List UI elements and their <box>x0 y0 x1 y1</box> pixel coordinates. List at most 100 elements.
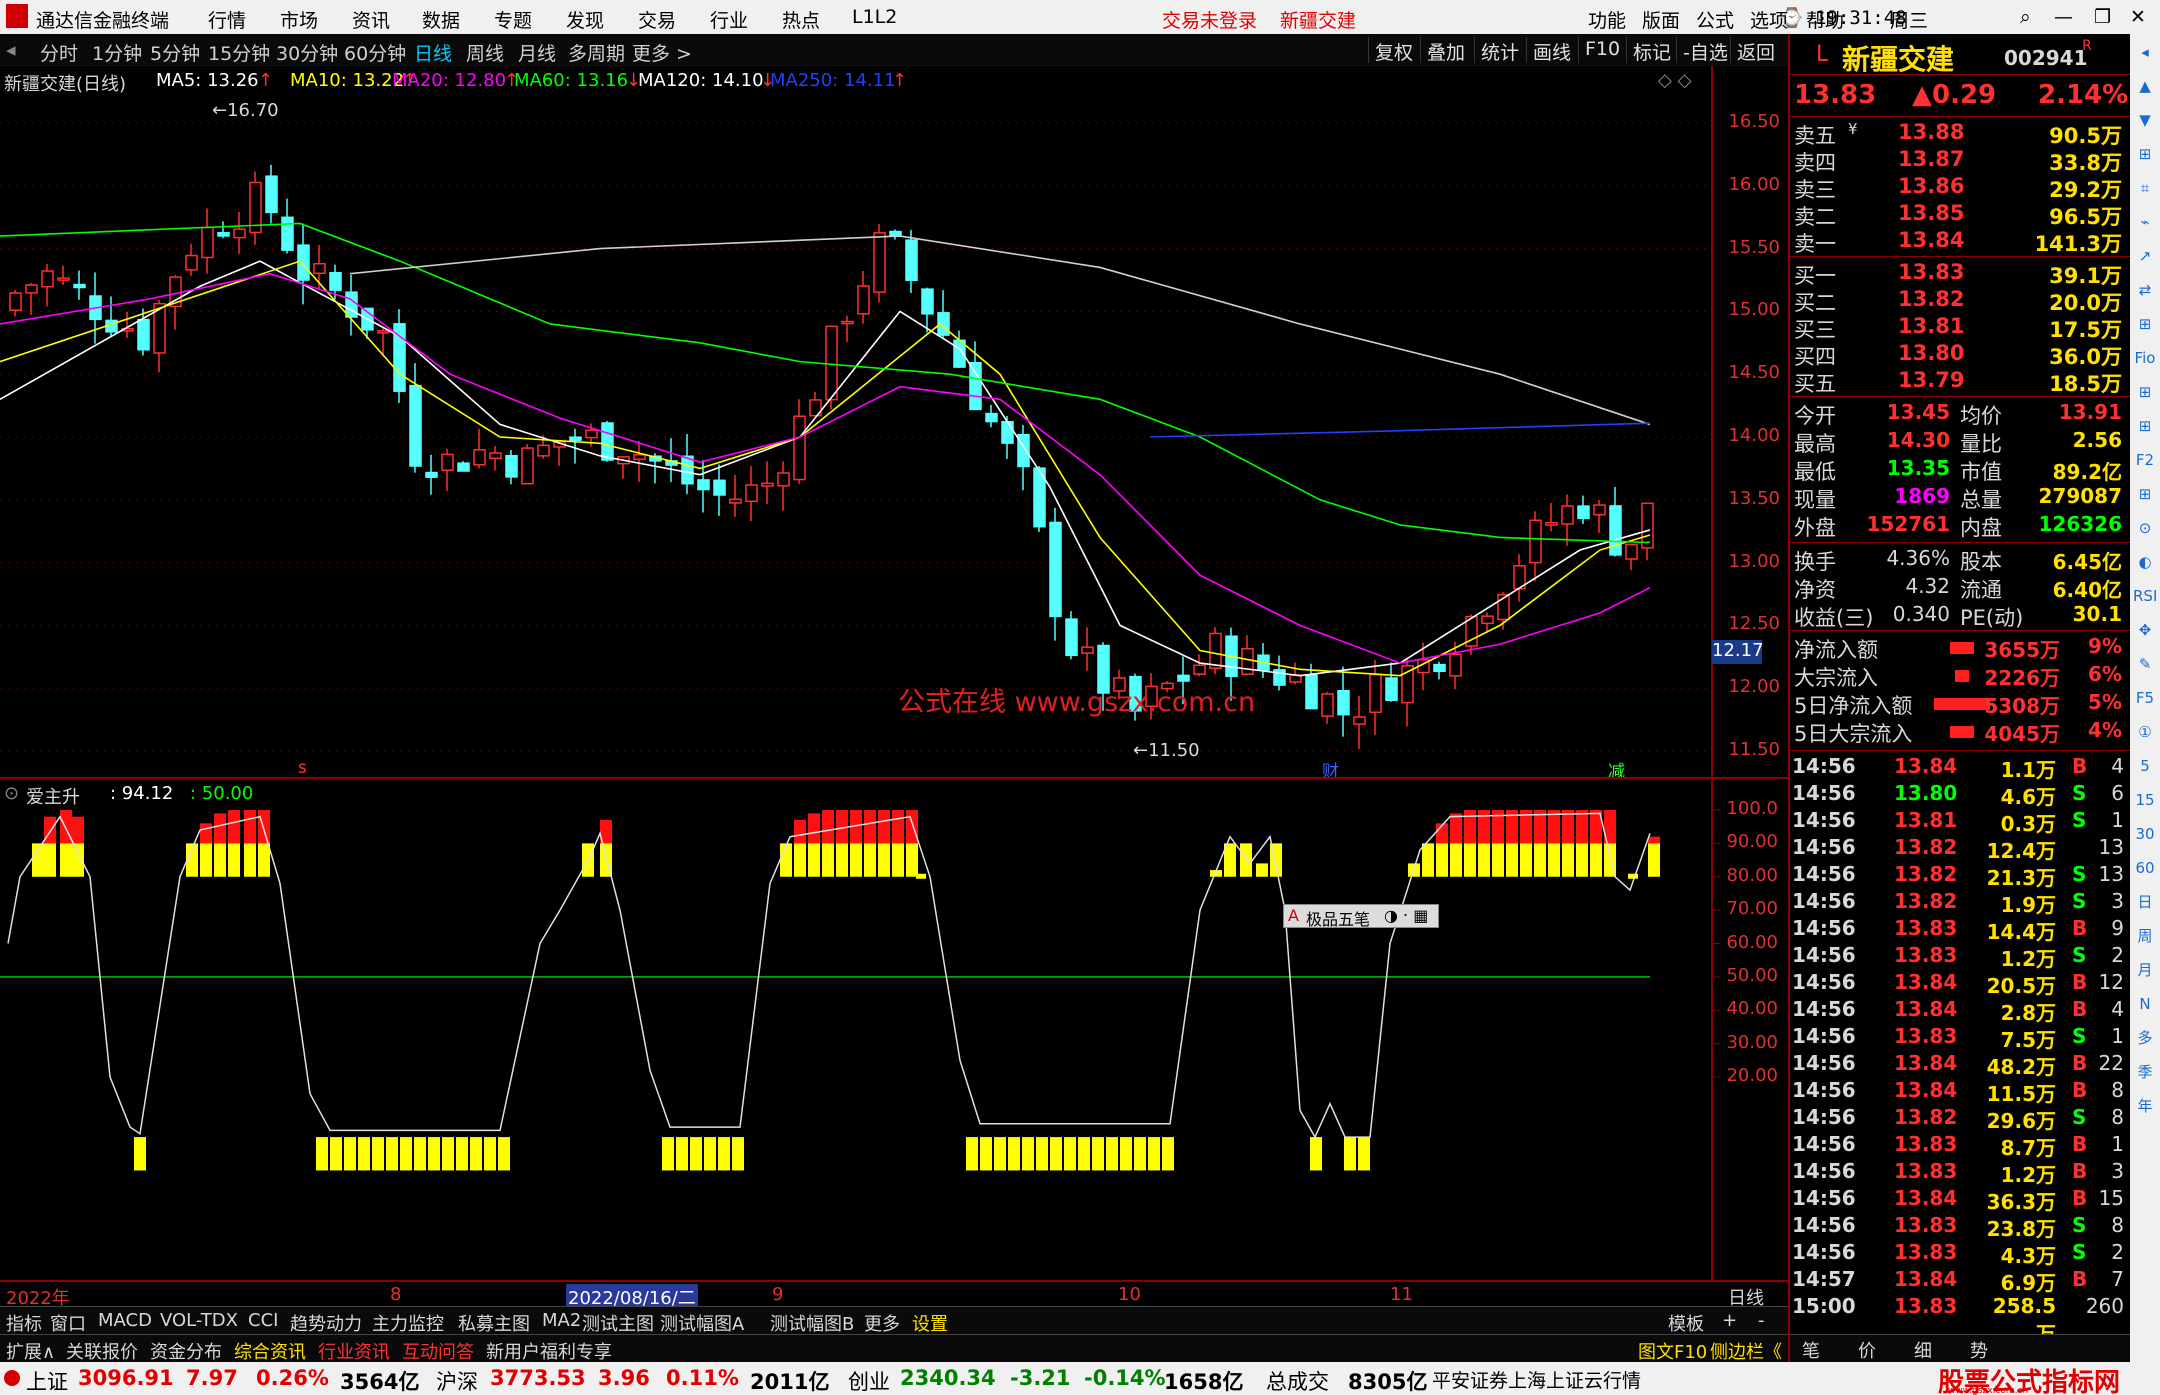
right-menu-4[interactable]: 帮助 <box>1806 6 1844 33</box>
side-icon-30[interactable]: 季 <box>2133 1060 2157 1084</box>
flow-label[interactable]: 净流入额 <box>1794 634 1878 664</box>
side-icon-6[interactable]: ↗ <box>2133 244 2157 268</box>
indicator-tab-2[interactable]: MACD <box>98 1310 152 1331</box>
close-icon[interactable]: ✕ <box>2130 6 2146 28</box>
toolbar-5[interactable]: 标记 <box>1626 37 1677 64</box>
info-tab-3[interactable]: 综合资讯 <box>234 1338 306 1364</box>
side-icon-24[interactable]: 60 <box>2133 856 2157 880</box>
toolbar-7[interactable]: 返回 <box>1730 37 1781 64</box>
menu-1[interactable]: 市场 <box>280 6 318 33</box>
info-tab-6[interactable]: 新用户福利专享 <box>486 1338 612 1364</box>
menu-4[interactable]: 专题 <box>494 6 532 33</box>
period-8[interactable]: 月线 <box>518 39 556 66</box>
indicator-tab-8[interactable]: MA2 <box>542 1310 581 1331</box>
period-4[interactable]: 30分钟 <box>276 39 338 66</box>
indicator-tab-4[interactable]: CCI <box>248 1310 278 1331</box>
menu-6[interactable]: 交易 <box>638 6 676 33</box>
side-icon-22[interactable]: 15 <box>2133 788 2157 812</box>
side-icon-20[interactable]: ① <box>2133 720 2157 744</box>
quote-tab-2[interactable]: 细 <box>1914 1337 1932 1363</box>
kline-chart[interactable] <box>0 66 1788 777</box>
menu-7[interactable]: 行业 <box>710 6 748 33</box>
info-tab-4[interactable]: 行业资讯 <box>318 1338 390 1364</box>
ime-options-icon[interactable]: ◑ ‧ ▦ <box>1384 906 1428 925</box>
tabs1-right-2[interactable]: - <box>1758 1310 1765 1331</box>
flow-label[interactable]: 5日净流入额 <box>1794 690 1912 720</box>
tabs1-right-1[interactable]: + <box>1722 1310 1737 1331</box>
hs-label[interactable]: 沪深 <box>436 1366 478 1395</box>
indicator-tab-11[interactable]: 测试幅图B <box>770 1310 854 1336</box>
right-menu-3[interactable]: 选项 <box>1750 6 1788 33</box>
side-icon-25[interactable]: 日 <box>2133 890 2157 914</box>
indicator-tab-0[interactable]: 指标 <box>6 1310 42 1336</box>
flow-label[interactable]: 5日大宗流入 <box>1794 718 1912 748</box>
quote-tab-1[interactable]: 价 <box>1858 1337 1876 1363</box>
toolbar-1[interactable]: 叠加 <box>1420 37 1471 64</box>
side-icon-5[interactable]: ⌁ <box>2133 210 2157 234</box>
toolbar-4[interactable]: F10 <box>1578 37 1626 63</box>
info-tab-5[interactable]: 互动问答 <box>402 1338 474 1364</box>
side-icon-12[interactable]: F2 <box>2133 448 2157 472</box>
tabs1-right-0[interactable]: 模板 <box>1668 1310 1704 1336</box>
right-menu-0[interactable]: 功能 <box>1588 6 1626 33</box>
indicator-tab-3[interactable]: VOL-TDX <box>160 1310 238 1331</box>
side-icon-13[interactable]: ⊞ <box>2133 482 2157 506</box>
indicator-tab-9[interactable]: 测试主图 <box>582 1310 654 1336</box>
side-icon-26[interactable]: 周 <box>2133 924 2157 948</box>
indicator-tab-5[interactable]: 趋势动力 <box>290 1310 362 1336</box>
side-icon-17[interactable]: ✥ <box>2133 618 2157 642</box>
period-6[interactable]: 日线 <box>414 39 452 66</box>
side-icon-27[interactable]: 月 <box>2133 958 2157 982</box>
toolbar-2[interactable]: 统计 <box>1474 37 1525 64</box>
side-icon-7[interactable]: ⇄ <box>2133 278 2157 302</box>
side-icon-16[interactable]: RSI <box>2133 584 2157 608</box>
indicator-tab-10[interactable]: 测试幅图A <box>660 1310 744 1336</box>
search-icon[interactable]: ⌕ <box>2020 6 2031 28</box>
period-9[interactable]: 多周期 <box>568 39 625 66</box>
period-5[interactable]: 60分钟 <box>344 39 406 66</box>
menu-2[interactable]: 资讯 <box>352 6 390 33</box>
period-2[interactable]: 5分钟 <box>150 39 200 66</box>
period-0[interactable]: 分时 <box>40 39 78 66</box>
side-icon-4[interactable]: ⌗ <box>2133 176 2157 200</box>
indicator-tab-13[interactable]: 设置 <box>912 1310 948 1336</box>
sidebar-toggle[interactable]: 侧边栏《 <box>1710 1338 1782 1364</box>
side-icon-31[interactable]: 年 <box>2133 1094 2157 1118</box>
side-icon-1[interactable]: ▲ <box>2133 74 2157 98</box>
side-icon-0[interactable]: ◂ <box>2133 40 2157 64</box>
side-icon-14[interactable]: ⊙ <box>2133 516 2157 540</box>
ime-popup[interactable]: A 极品五笔 ◑ ‧ ▦ <box>1283 904 1439 929</box>
menu-8[interactable]: 热点 <box>782 6 820 33</box>
minimize-icon[interactable]: — <box>2054 6 2073 28</box>
side-icon-8[interactable]: ⊞ <box>2133 312 2157 336</box>
side-icon-11[interactable]: ⊞ <box>2133 414 2157 438</box>
right-menu-1[interactable]: 版面 <box>1642 6 1680 33</box>
toolbar-6[interactable]: -自选 <box>1676 37 1734 64</box>
period-3[interactable]: 15分钟 <box>208 39 270 66</box>
toolbar-3[interactable]: 画线 <box>1526 37 1577 64</box>
side-icon-10[interactable]: ⊞ <box>2133 380 2157 404</box>
period-1[interactable]: 1分钟 <box>92 39 142 66</box>
indicator-tab-7[interactable]: 私募主图 <box>458 1310 530 1336</box>
event-marker-s[interactable]: s <box>298 758 307 778</box>
toolbar-0[interactable]: 复权 <box>1368 37 1419 64</box>
side-icon-21[interactable]: 5 <box>2133 754 2157 778</box>
period-10[interactable]: 更多 > <box>632 39 692 66</box>
indicator-tab-6[interactable]: 主力监控 <box>372 1310 444 1336</box>
indicator-tab-1[interactable]: 窗口 <box>50 1310 86 1336</box>
side-icon-28[interactable]: N <box>2133 992 2157 1016</box>
period-7[interactable]: 周线 <box>466 39 504 66</box>
side-icon-29[interactable]: 多 <box>2133 1026 2157 1050</box>
quote-tab-3[interactable]: 势 <box>1970 1337 1988 1363</box>
side-icon-23[interactable]: 30 <box>2133 822 2157 846</box>
side-icon-9[interactable]: Fio <box>2133 346 2157 370</box>
side-icon-15[interactable]: ◐ <box>2133 550 2157 574</box>
side-icon-2[interactable]: ▼ <box>2133 108 2157 132</box>
info-tab-2[interactable]: 资金分布 <box>150 1338 222 1364</box>
menu-5[interactable]: 发现 <box>566 6 604 33</box>
restore-icon[interactable]: ❐ <box>2094 6 2111 28</box>
flow-label[interactable]: 大宗流入 <box>1794 662 1878 692</box>
info-tab-0[interactable]: 扩展∧ <box>6 1338 55 1364</box>
right-menu-2[interactable]: 公式 <box>1696 6 1734 33</box>
menu-3[interactable]: 数据 <box>422 6 460 33</box>
